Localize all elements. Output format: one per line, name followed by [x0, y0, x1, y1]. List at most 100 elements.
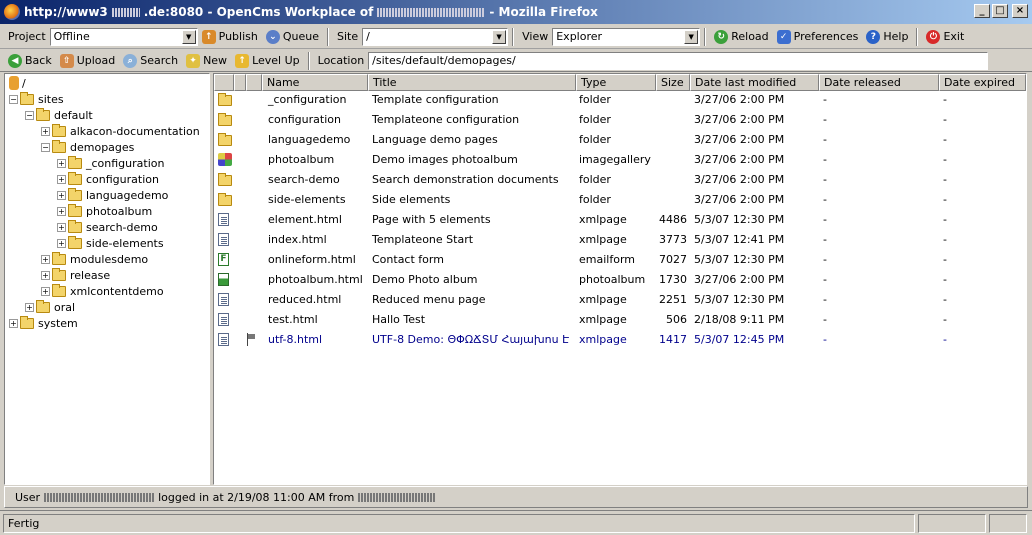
column-header-title[interactable]: Title — [368, 74, 576, 91]
file-name[interactable]: reduced.html — [266, 290, 368, 310]
column-header-lock[interactable] — [234, 74, 246, 91]
file-name[interactable]: search-demo — [266, 170, 368, 190]
reload-button[interactable]: ↻ Reload — [710, 27, 772, 47]
table-row[interactable]: reduced.html Reduced menu page xmlpage 2… — [214, 290, 1026, 310]
table-row[interactable]: search-demo Search demonstration documen… — [214, 170, 1026, 190]
expand-icon[interactable]: + — [57, 190, 66, 200]
folder-icon — [52, 123, 66, 137]
minimize-button[interactable]: _ — [974, 4, 990, 18]
column-header-date-modified[interactable]: Date last modified — [690, 74, 819, 91]
collapse-icon[interactable]: − — [25, 110, 34, 120]
file-name[interactable]: languagedemo — [266, 130, 368, 150]
expand-icon[interactable]: + — [57, 238, 66, 248]
expand-icon[interactable]: + — [41, 270, 50, 280]
expand-icon[interactable]: + — [41, 254, 50, 264]
new-label: New — [203, 54, 228, 67]
window-titlebar[interactable]: http://www3 .de:8080 - OpenCms Workplace… — [0, 0, 1032, 24]
project-select[interactable]: Offline ▼ — [49, 27, 198, 46]
help-button[interactable]: ? Help — [862, 27, 912, 47]
expand-icon[interactable]: + — [57, 206, 66, 216]
file-name[interactable]: index.html — [266, 230, 368, 250]
expand-icon[interactable]: + — [9, 318, 18, 328]
file-title: Template configuration — [372, 93, 499, 106]
tree-node-configuration[interactable]: + configuration — [57, 171, 159, 187]
view-select[interactable]: Explorer ▼ — [552, 27, 701, 46]
new-button[interactable]: ✦ New — [182, 51, 231, 71]
table-row[interactable]: element.html Page with 5 elements xmlpag… — [214, 210, 1026, 230]
preferences-button[interactable]: ✓ Preferences — [773, 27, 863, 47]
table-row[interactable]: utf-8.html UTF-8 Demo: ΘΦΩՃՏՄ Հայախոս Է … — [214, 330, 1026, 350]
column-header-date-expired[interactable]: Date expired — [939, 74, 1026, 91]
folder-icon — [218, 93, 232, 106]
table-row[interactable]: configuration Templateone configuration … — [214, 110, 1026, 130]
exit-button[interactable]: ⏻ Exit — [922, 27, 968, 47]
tree-node-default[interactable]: − default — [25, 107, 93, 123]
tree-node-modulesdemo[interactable]: + modulesdemo — [41, 251, 148, 267]
expand-icon[interactable]: + — [57, 222, 66, 232]
publish-button[interactable]: ↑ Publish — [198, 27, 262, 47]
tree-node-demopages[interactable]: − demopages — [41, 139, 134, 155]
column-header-state[interactable] — [246, 74, 262, 91]
tree-node-release[interactable]: + release — [41, 267, 110, 283]
upload-button[interactable]: ⇧ Upload — [56, 51, 120, 71]
file-size — [656, 130, 690, 150]
chevron-down-icon[interactable]: ▼ — [684, 29, 699, 44]
file-released: - — [823, 133, 827, 146]
chevron-down-icon[interactable]: ▼ — [492, 29, 507, 44]
table-row[interactable]: test.html Hallo Test xmlpage 506 2/18/08… — [214, 310, 1026, 330]
search-button[interactable]: ⌕ Search — [119, 51, 182, 71]
table-row[interactable]: index.html Templateone Start xmlpage 377… — [214, 230, 1026, 250]
back-button[interactable]: ◀ Back — [4, 51, 56, 71]
file-name[interactable]: utf-8.html — [266, 330, 368, 350]
collapse-icon[interactable]: − — [9, 94, 18, 104]
tree-node-configuration-underscore[interactable]: + _configuration — [57, 155, 164, 171]
expand-icon[interactable]: + — [41, 286, 50, 296]
tree-node-root[interactable]: / — [9, 75, 26, 91]
file-name[interactable]: onlineform.html — [266, 250, 368, 270]
file-name[interactable]: element.html — [266, 210, 368, 230]
table-row[interactable]: side-elements Side elements folder 3/27/… — [214, 190, 1026, 210]
collapse-icon[interactable]: − — [41, 142, 50, 152]
file-name[interactable]: photoalbum.html — [266, 270, 368, 290]
column-header-type[interactable]: Type — [576, 74, 656, 91]
queue-button[interactable]: ⌄ Queue — [262, 27, 323, 47]
publish-label: Publish — [218, 30, 258, 43]
close-window-button[interactable]: × — [1012, 4, 1028, 18]
expand-icon[interactable]: + — [41, 126, 50, 136]
tree-node-alkacon-documentation[interactable]: + alkacon-documentation — [41, 123, 200, 139]
tree-node-search-demo[interactable]: + search-demo — [57, 219, 158, 235]
tree-node-photoalbum[interactable]: + photoalbum — [57, 203, 152, 219]
maximize-button[interactable]: □ — [992, 4, 1008, 18]
file-name[interactable]: side-elements — [266, 190, 368, 210]
file-name[interactable]: test.html — [266, 310, 368, 330]
column-header-icon[interactable] — [214, 74, 234, 91]
file-modified: 3/27/06 2:00 PM — [694, 153, 785, 166]
tree-node-side-elements[interactable]: + side-elements — [57, 235, 164, 251]
file-name[interactable]: configuration — [266, 110, 368, 130]
table-row[interactable]: photoalbum.html Demo Photo album photoal… — [214, 270, 1026, 290]
expand-icon[interactable]: + — [57, 174, 66, 184]
location-input[interactable]: /sites/default/demopages/ — [368, 51, 989, 70]
column-header-name[interactable]: Name — [262, 74, 368, 91]
flag-icon — [247, 333, 257, 347]
file-name[interactable]: photoalbum — [266, 150, 368, 170]
table-row[interactable]: languagedemo Language demo pages folder … — [214, 130, 1026, 150]
tree-node-xmlcontentdemo[interactable]: + xmlcontentdemo — [41, 283, 164, 299]
expand-icon[interactable]: + — [25, 302, 34, 312]
file-name[interactable]: _configuration — [266, 90, 368, 110]
chevron-down-icon[interactable]: ▼ — [181, 29, 196, 44]
site-select[interactable]: / ▼ — [362, 27, 509, 46]
table-row[interactable]: photoalbum Demo images photoalbum imageg… — [214, 150, 1026, 170]
column-header-date-released[interactable]: Date released — [819, 74, 939, 91]
table-row[interactable]: F onlineform.html Contact form emailform… — [214, 250, 1026, 270]
expand-icon[interactable]: + — [57, 158, 66, 168]
tree-node-sites[interactable]: − sites — [9, 91, 64, 107]
column-header-size[interactable]: Size — [656, 74, 690, 91]
table-row[interactable]: _configuration Template configuration fo… — [214, 90, 1026, 110]
folder-icon — [68, 219, 82, 233]
separator — [327, 27, 329, 46]
tree-node-system[interactable]: + system — [9, 315, 78, 331]
tree-node-oral[interactable]: + oral — [25, 299, 75, 315]
level-up-button[interactable]: ↑ Level Up — [231, 51, 304, 71]
tree-node-languagedemo[interactable]: + languagedemo — [57, 187, 168, 203]
